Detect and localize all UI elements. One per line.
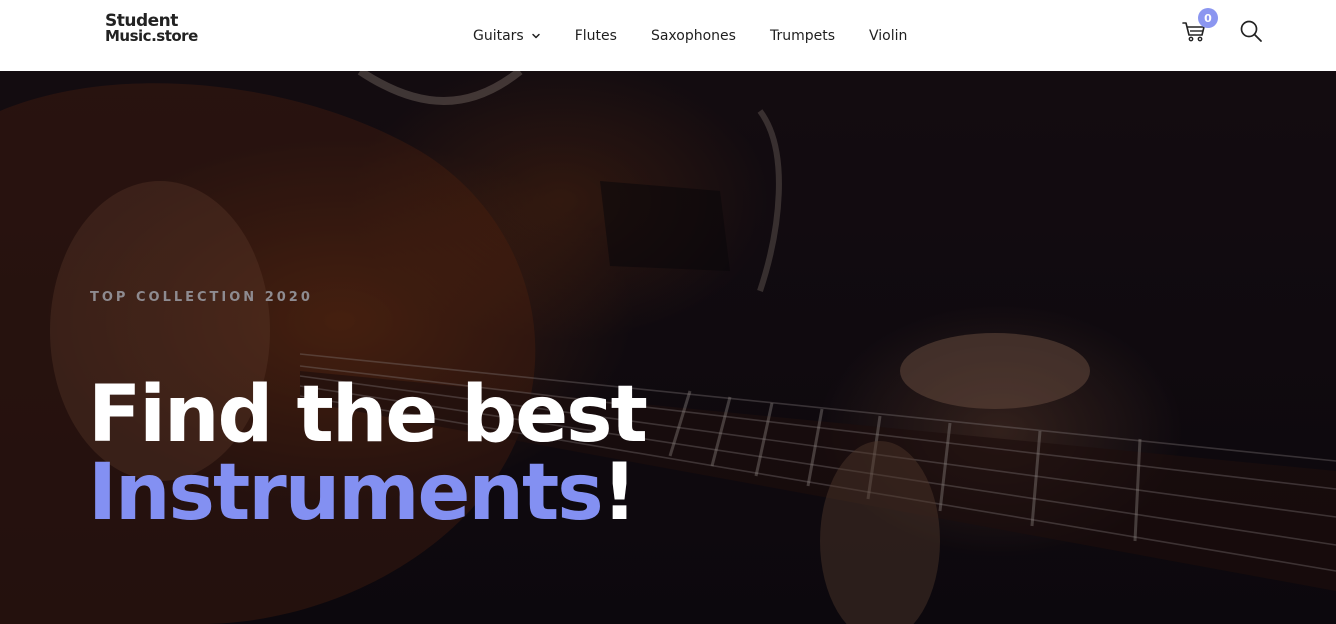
nav-item-flutes[interactable]: Flutes [575, 28, 617, 44]
nav-item-label: Guitars [473, 27, 524, 44]
nav-item-label: Trumpets [769, 27, 835, 44]
logo-line-2: Music.store [105, 27, 198, 45]
site-header: Student Music.store Guitars Flutes Saxop… [0, 0, 1336, 71]
main-nav: Guitars Flutes Saxophones Trumpets Violi… [473, 0, 907, 71]
headline-exclamation: ! [601, 448, 638, 538]
nav-item-label: Flutes [574, 27, 617, 44]
headline-accent: Instruments [88, 448, 604, 538]
chevron-down-icon [531, 33, 540, 38]
cart-count-badge: 0 [1198, 8, 1218, 28]
search-icon[interactable] [1239, 19, 1263, 43]
nav-item-violin[interactable]: Violin [869, 28, 907, 44]
nav-item-label: Saxophones [650, 27, 736, 44]
nav-item-saxophones[interactable]: Saxophones [651, 28, 736, 44]
nav-item-label: Violin [869, 27, 908, 44]
hero-banner: TOP COLLECTION 2020 Find the best Instru… [0, 71, 1336, 624]
logo[interactable]: Student Music.store [105, 13, 215, 48]
nav-item-trumpets[interactable]: Trumpets [770, 28, 835, 44]
hero-eyebrow: TOP COLLECTION 2020 [90, 290, 313, 305]
headline-line-1: Find the best [88, 370, 648, 460]
hero-headline: Find the best Instruments! [88, 376, 648, 532]
nav-item-guitars[interactable]: Guitars [473, 28, 541, 44]
hero-overlay [0, 71, 1336, 624]
